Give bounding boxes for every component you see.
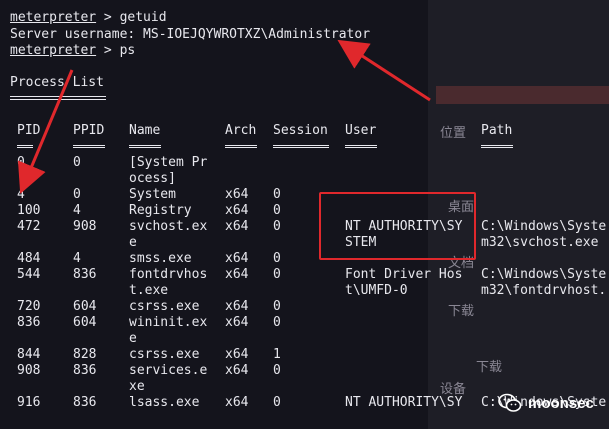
wechat-icon — [498, 393, 522, 412]
watermark-text: moonsec — [528, 394, 594, 412]
arrow-to-username — [337, 39, 431, 102]
watermark: moonsec — [498, 393, 594, 413]
annotation-arrows — [17, 39, 431, 194]
arrow-to-pid-column — [17, 69, 74, 194]
